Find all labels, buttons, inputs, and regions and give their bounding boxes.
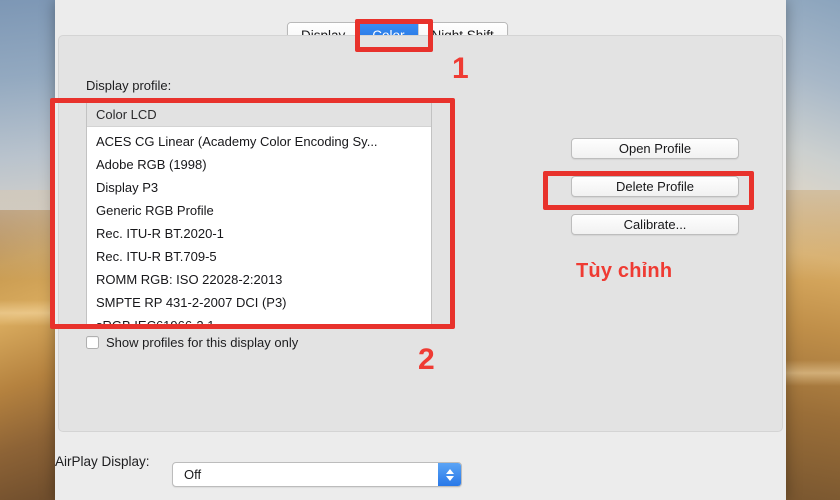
profile-group-header-color-lcd: Color LCD (87, 103, 431, 127)
list-item[interactable]: Rec. ITU-R BT.2020-1 (87, 222, 431, 245)
list-item[interactable]: ACES CG Linear (Academy Color Encoding S… (87, 130, 431, 153)
show-profiles-checkbox-label: Show profiles for this display only (106, 335, 299, 350)
profile-list-items: ACES CG Linear (Academy Color Encoding S… (87, 127, 431, 325)
profile-list-scroll-area: Color LCD ACES CG Linear (Academy Color … (87, 103, 431, 325)
wallpaper-sky (786, 0, 840, 200)
annotation-number-1: 1 (452, 52, 469, 85)
wallpaper-haze (786, 190, 840, 280)
annotation-caption-tuy-chinh: Tùy chỉnh (576, 260, 673, 282)
list-item[interactable]: sRGB IEC61966-2.1 (87, 314, 431, 325)
list-item[interactable]: Generic RGB Profile (87, 199, 431, 222)
list-item[interactable]: Rec. ITU-R BT.709-5 (87, 245, 431, 268)
chevron-down-icon (445, 475, 454, 481)
airplay-display-value: Off (184, 467, 202, 482)
chevron-up-down-icon[interactable] (438, 463, 461, 486)
delete-profile-button[interactable]: Delete Profile (571, 176, 739, 197)
list-item[interactable]: Adobe RGB (1998) (87, 153, 431, 176)
show-profiles-checkbox[interactable] (86, 336, 99, 349)
screen: Display Color Night Shift Display profil… (0, 0, 840, 500)
open-profile-button[interactable]: Open Profile (571, 138, 739, 159)
airplay-display-dropdown[interactable]: Off (172, 462, 462, 487)
airplay-display-label: AirPlay Display: (55, 454, 150, 469)
annotation-number-2: 2 (418, 343, 435, 376)
list-item[interactable]: Display P3 (87, 176, 431, 199)
wallpaper-light-streak (786, 360, 840, 386)
show-profiles-checkbox-row[interactable]: Show profiles for this display only (86, 335, 298, 350)
chevron-up-icon (445, 468, 454, 474)
list-item[interactable]: ROMM RGB: ISO 22028-2:2013 (87, 268, 431, 291)
display-profile-label: Display profile: (86, 78, 172, 93)
desktop-wallpaper-right (786, 0, 840, 500)
display-profile-list[interactable]: Color LCD ACES CG Linear (Academy Color … (86, 102, 432, 326)
list-item[interactable]: SMPTE RP 431-2-2007 DCI (P3) (87, 291, 431, 314)
displays-preferences-window: Display Color Night Shift Display profil… (55, 0, 786, 500)
calibrate-button[interactable]: Calibrate... (571, 214, 739, 235)
